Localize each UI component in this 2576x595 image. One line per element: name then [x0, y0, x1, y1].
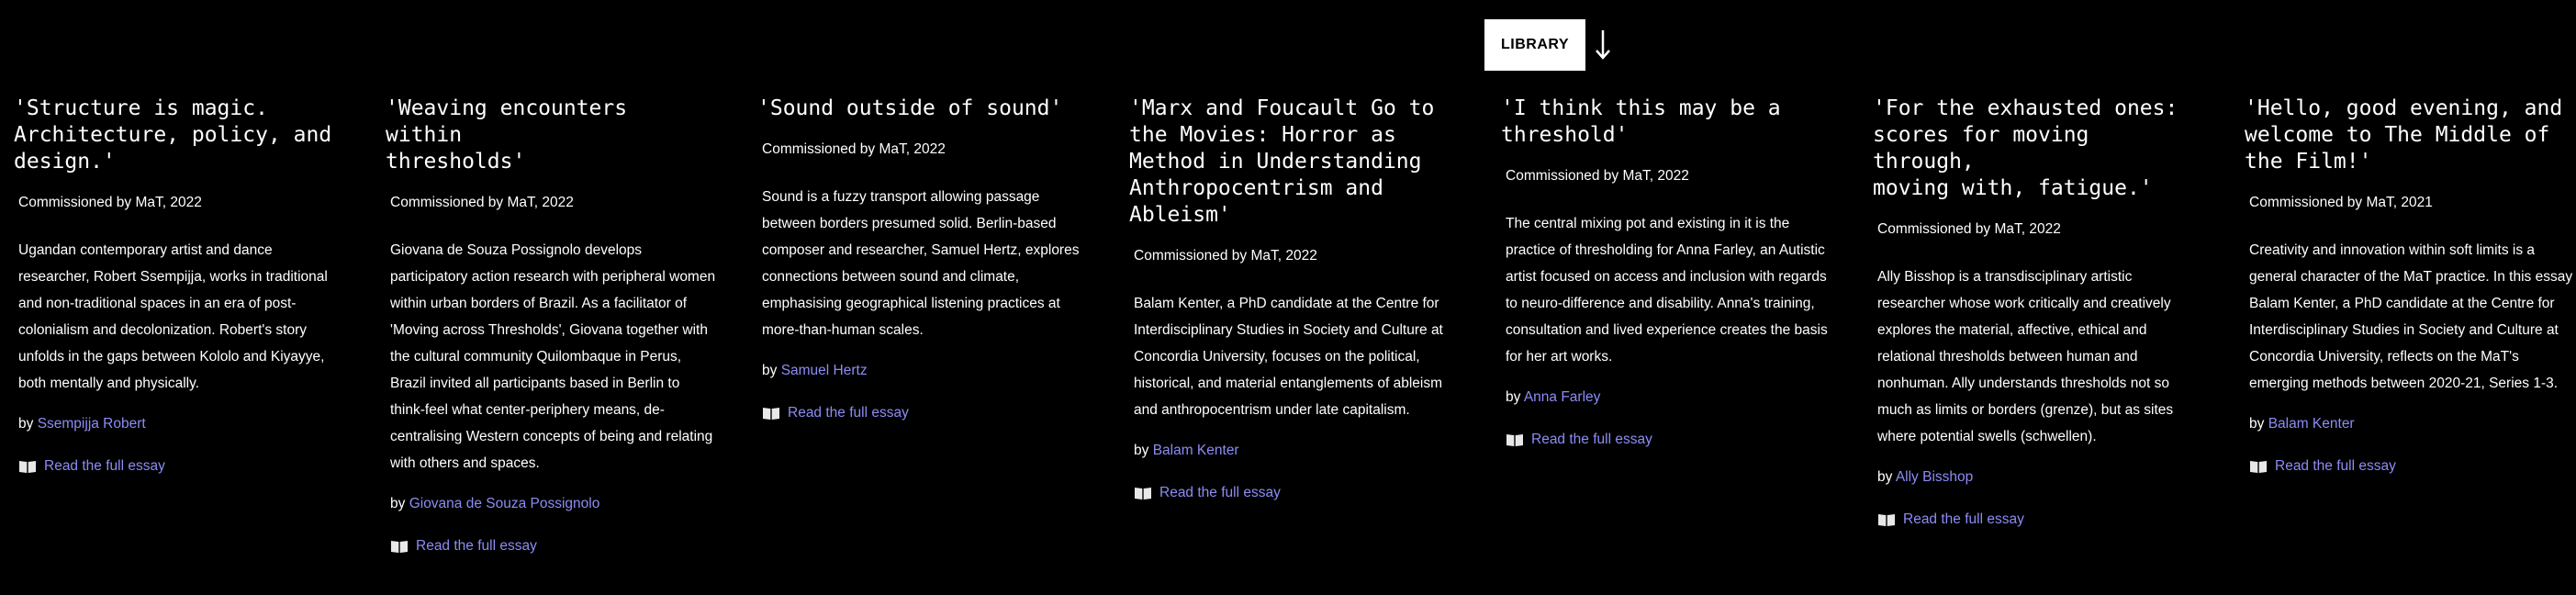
by-label: by — [1134, 443, 1149, 458]
read-full-essay-label: Read the full essay — [1531, 432, 1652, 447]
author-link[interactable]: Samuel Hertz — [781, 363, 868, 378]
by-label: by — [390, 496, 406, 511]
essay-description: Giovana de Souza Possignolo develops par… — [390, 242, 716, 471]
book-icon — [1878, 514, 1895, 526]
by-label: by — [1506, 389, 1521, 405]
read-full-essay-link[interactable]: Read the full essay — [1487, 432, 1827, 448]
author-link[interactable]: Anna Farley — [1524, 389, 1601, 405]
essay-commission: Commissioned by MaT, 2022 — [18, 195, 202, 210]
essay-description: Sound is a fuzzy transport allowing pass… — [762, 189, 1080, 338]
read-full-essay-label: Read the full essay — [44, 458, 165, 474]
read-full-essay-label: Read the full essay — [1159, 485, 1281, 500]
essay-commission: Commissioned by MaT, 2022 — [390, 195, 574, 210]
read-full-essay-link[interactable]: Read the full essay — [372, 538, 711, 555]
essay-byline: by Giovana de Souza Possignolo — [372, 495, 711, 513]
essay-description: Creativity and innovation within soft li… — [2249, 242, 2573, 391]
essay-card: 'Marx and Foucault Go to the Movies: Hor… — [1115, 95, 1455, 501]
essay-commission: Commissioned by MaT, 2022 — [1877, 221, 2061, 237]
essay-list: 'Structure is magic. Architecture, polic… — [0, 95, 2576, 595]
essay-description: Ugandan contemporary artist and dance re… — [18, 242, 328, 391]
essay-byline: by Samuel Hertz — [744, 362, 1083, 380]
author-link[interactable]: Ssempijja Robert — [38, 416, 146, 432]
read-full-essay-label: Read the full essay — [788, 405, 909, 421]
book-icon — [2250, 461, 2267, 473]
essay-title: 'Hello, good evening, and welcome to The… — [2245, 96, 2563, 174]
essay-card: 'For the exhausted ones: scores for movi… — [1859, 95, 2199, 528]
essay-byline: by Ssempijja Robert — [0, 415, 340, 433]
book-icon — [19, 461, 36, 473]
by-label: by — [2249, 416, 2265, 432]
library-header: LIBRARY — [1484, 19, 1611, 71]
essay-commission: Commissioned by MaT, 2022 — [1134, 248, 1317, 264]
essay-byline: by Balam Kenter — [2231, 415, 2570, 433]
essay-commission: Commissioned by MaT, 2022 — [762, 141, 946, 157]
read-full-essay-label: Read the full essay — [1903, 511, 2024, 527]
essay-byline: by Ally Bisshop — [1859, 468, 2199, 487]
book-icon — [1506, 434, 1523, 446]
essay-card: 'Weaving encounters within thresholds' C… — [372, 95, 715, 555]
author-link[interactable]: Giovana de Souza Possignolo — [409, 496, 600, 511]
essay-description: The central mixing pot and existing in i… — [1506, 216, 1828, 365]
read-full-essay-link[interactable]: Read the full essay — [0, 458, 340, 475]
read-full-essay-label: Read the full essay — [416, 538, 537, 554]
essay-title: 'For the exhausted ones: scores for movi… — [1873, 96, 2178, 200]
read-full-essay-link[interactable]: Read the full essay — [1115, 485, 1455, 501]
essay-title: 'Marx and Foucault Go to the Movies: Hor… — [1129, 96, 1435, 227]
essay-card: 'I think this may be a threshold' Commis… — [1487, 95, 1828, 448]
essay-title: 'Sound outside of sound' — [757, 96, 1063, 120]
essay-card: 'Hello, good evening, and welcome to The… — [2231, 95, 2572, 475]
by-label: by — [1877, 469, 1893, 485]
author-link[interactable]: Balam Kenter — [2268, 416, 2355, 432]
read-full-essay-link[interactable]: Read the full essay — [744, 405, 1083, 421]
author-link[interactable]: Balam Kenter — [1153, 443, 1239, 458]
essay-commission: Commissioned by MaT, 2022 — [1506, 168, 1689, 184]
arrow-down-icon[interactable] — [1595, 28, 1611, 62]
read-full-essay-link[interactable]: Read the full essay — [2231, 458, 2570, 475]
essay-title: 'I think this may be a threshold' — [1501, 96, 1781, 147]
essay-byline: by Anna Farley — [1487, 388, 1827, 407]
book-icon — [1135, 488, 1151, 500]
essay-title: 'Weaving encounters within thresholds' — [386, 96, 628, 174]
essay-byline: by Balam Kenter — [1115, 442, 1455, 460]
read-full-essay-link[interactable]: Read the full essay — [1859, 511, 2199, 528]
book-icon — [763, 408, 779, 420]
essay-card: 'Sound outside of sound' Commissioned by… — [744, 95, 1083, 421]
by-label: by — [762, 363, 778, 378]
by-label: by — [18, 416, 34, 432]
essay-title: 'Structure is magic. Architecture, polic… — [14, 96, 332, 174]
essay-description: Ally Bisshop is a transdisciplinary arti… — [1877, 269, 2174, 444]
author-link[interactable]: Ally Bisshop — [1896, 469, 1973, 485]
read-full-essay-label: Read the full essay — [2275, 458, 2396, 474]
book-icon — [391, 541, 408, 553]
essay-description: Balam Kenter, a PhD candidate at the Cen… — [1134, 296, 1443, 418]
library-button[interactable]: LIBRARY — [1484, 19, 1585, 71]
essay-commission: Commissioned by MaT, 2021 — [2249, 195, 2433, 210]
essay-card: 'Structure is magic. Architecture, polic… — [0, 95, 340, 475]
